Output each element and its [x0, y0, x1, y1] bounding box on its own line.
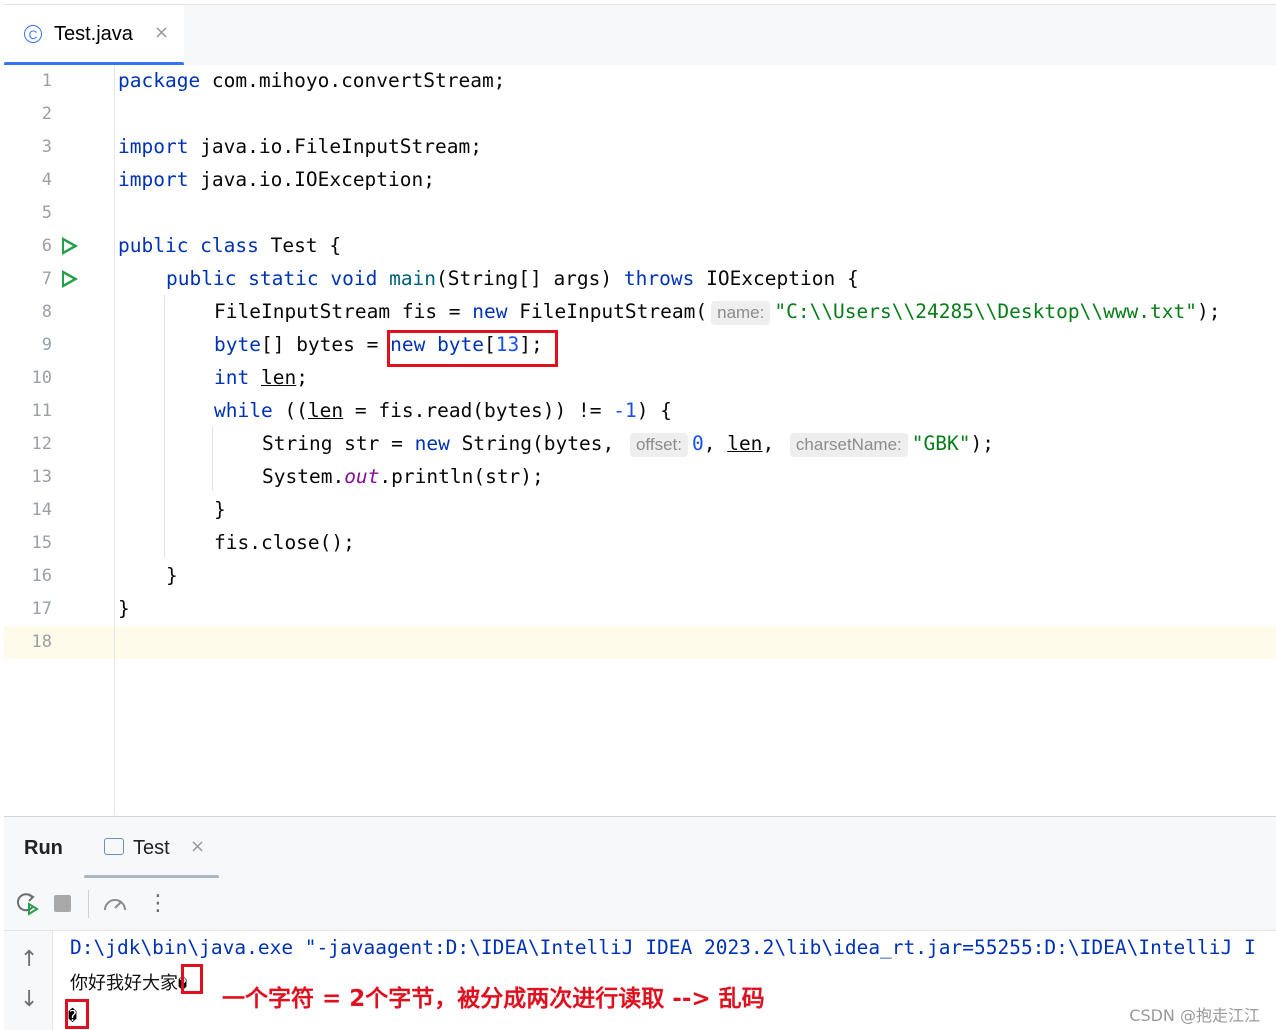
run-panel-title: Run — [24, 837, 63, 859]
rerun-icon[interactable] — [14, 890, 40, 922]
editor-tab-label: Test.java — [54, 23, 133, 45]
run-toolbar: ⋮ — [4, 878, 1276, 931]
code-line-11: while ((len = fis.read(bytes)) != -1) { — [214, 399, 672, 422]
param-hint-offset: offset: — [629, 433, 688, 457]
console-side-toolbar: ↑ ↓ — [4, 931, 53, 1030]
line-number: 18 — [31, 632, 52, 652]
code-line-14: } — [214, 498, 226, 521]
scroll-up-icon[interactable]: ↑ — [20, 947, 38, 972]
line-number: 1 — [41, 71, 52, 91]
more-options-icon[interactable]: ⋮ — [147, 892, 169, 916]
param-hint-charset: charsetName: — [789, 433, 908, 457]
code-line-12: String str = new String(bytes, offset: 0,… — [262, 432, 994, 457]
close-icon[interactable]: × — [154, 22, 169, 43]
current-line-highlight — [4, 626, 1276, 659]
watermark: CSDN @抱走江江 — [1129, 1006, 1260, 1025]
code-line-1: package com.mihoyo.convertStream; — [118, 69, 506, 92]
line-number: 8 — [41, 302, 52, 322]
line-number: 6 — [41, 236, 52, 256]
annotation-text: 一个字符 = 2个字节，被分成两次进行读取 --> 乱码 — [222, 986, 765, 1012]
line-number: 4 — [41, 170, 52, 190]
console-icon — [104, 838, 124, 855]
run-main-icon[interactable] — [62, 270, 78, 288]
console-output-line-1: 你好我好大家� — [70, 973, 188, 994]
run-class-icon[interactable] — [62, 237, 78, 255]
run-tool-window-header: Run Test × — [4, 816, 1276, 879]
toolbar-separator — [88, 890, 89, 918]
line-number: 11 — [31, 401, 52, 421]
close-icon[interactable]: × — [190, 836, 205, 857]
line-number: 13 — [31, 467, 52, 487]
line-number: 9 — [41, 335, 52, 355]
highlight-box-garbled-1 — [181, 964, 203, 994]
run-tab-test[interactable]: Test — [133, 837, 170, 860]
code-line-13: System.out.println(str); — [262, 465, 544, 488]
highlight-box-new-byte — [387, 330, 558, 367]
line-number: 16 — [31, 566, 52, 586]
line-number: 2 — [41, 104, 52, 124]
code-line-4: import java.io.IOException; — [118, 168, 435, 191]
code-editor[interactable]: 1 2 3 4 5 6 7 8 9 10 11 12 13 14 15 16 1… — [4, 65, 1276, 815]
class-c-icon: C — [24, 25, 42, 43]
line-number: 10 — [31, 368, 52, 388]
line-number: 5 — [41, 203, 52, 223]
speedometer-icon[interactable] — [102, 892, 128, 922]
code-line-6: public class Test { — [118, 234, 342, 257]
line-number: 12 — [31, 434, 52, 454]
stop-icon[interactable] — [54, 895, 71, 912]
code-line-10: int len; — [214, 366, 308, 389]
code-line-15: fis.close(); — [214, 531, 355, 554]
gutter-divider — [114, 65, 115, 815]
line-number: 15 — [31, 533, 52, 553]
param-hint-name: name: — [711, 301, 771, 325]
editor-tab-bar: C Test.java × — [4, 4, 1276, 66]
indent-guide — [212, 427, 213, 491]
line-number: 17 — [31, 599, 52, 619]
highlight-box-garbled-2 — [65, 999, 89, 1029]
editor-tab-test-java[interactable]: C Test.java × — [4, 5, 184, 66]
code-line-8: FileInputStream fis = new FileInputStrea… — [214, 300, 1221, 325]
code-line-16: } — [166, 564, 178, 587]
scroll-down-icon[interactable]: ↓ — [20, 987, 38, 1012]
console-command-line: D:\jdk\bin\java.exe "-javaagent:D:\IDEA\… — [70, 936, 1256, 959]
indent-guide — [164, 295, 165, 557]
line-number: 14 — [31, 500, 52, 520]
code-line-7: public static void main(String[] args) t… — [166, 267, 859, 290]
code-line-3: import java.io.FileInputStream; — [118, 135, 482, 158]
line-number: 3 — [41, 137, 52, 157]
code-line-17: } — [118, 597, 130, 620]
line-number: 7 — [41, 269, 52, 289]
